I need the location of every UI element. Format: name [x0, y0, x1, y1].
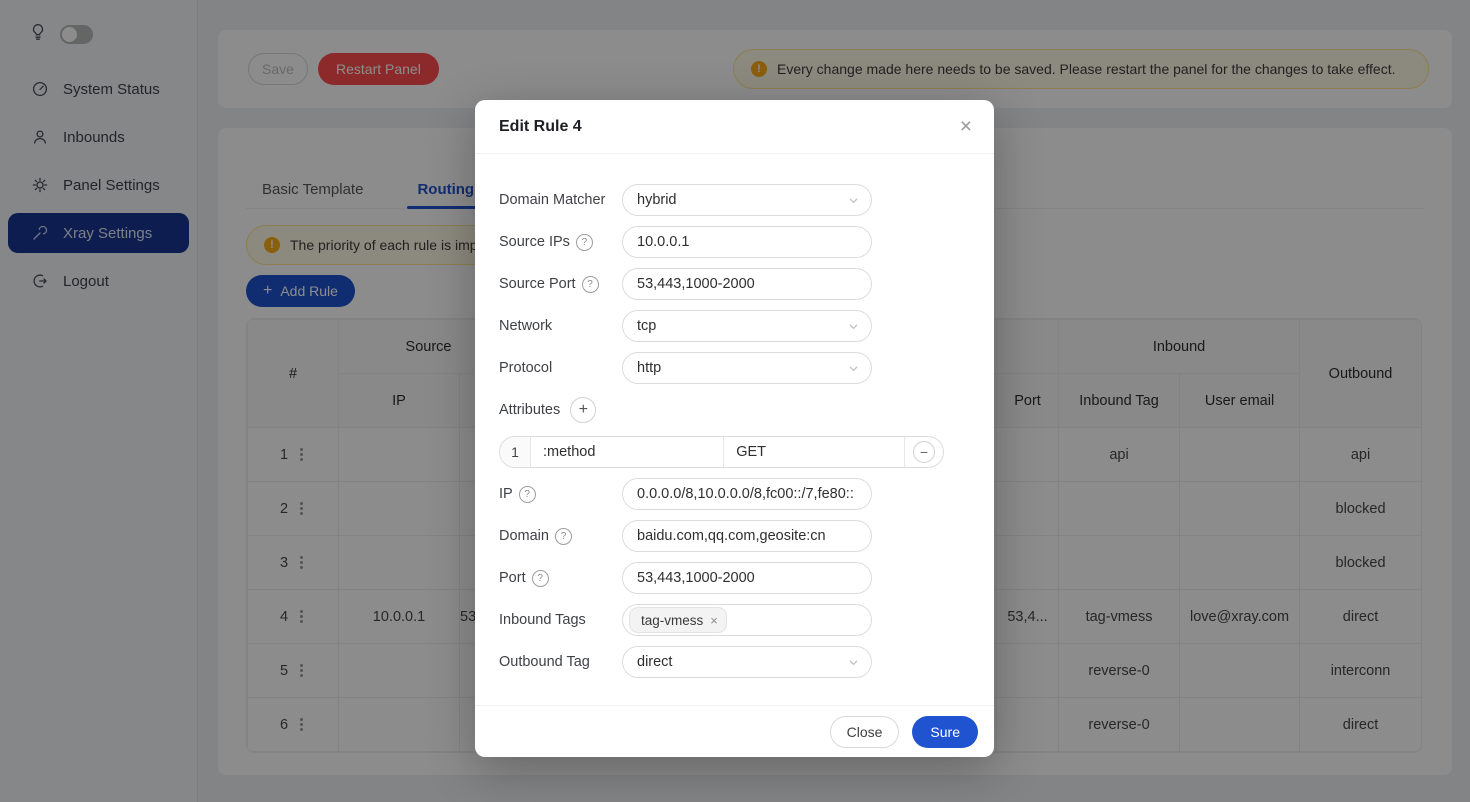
- question-circle-icon: ?: [555, 528, 572, 545]
- outbound-tag-value: direct: [637, 654, 672, 670]
- inbound-tags-label: Inbound Tags: [499, 612, 622, 628]
- question-circle-icon: ?: [582, 276, 599, 293]
- field-protocol: Protocol http: [499, 352, 970, 384]
- modal-body: Domain Matcher hybrid Source IPs? Source…: [475, 154, 994, 678]
- field-inbound-tags: Inbound Tags tag-vmess ×: [499, 604, 970, 636]
- field-domain: Domain?: [499, 520, 970, 552]
- edit-rule-modal: Edit Rule 4 × Domain Matcher hybrid Sour…: [475, 100, 994, 757]
- source-ips-label: Source IPs: [499, 234, 570, 250]
- close-icon[interactable]: ×: [960, 116, 972, 137]
- attribute-key-input[interactable]: [531, 437, 724, 467]
- field-network: Network tcp: [499, 310, 970, 342]
- tag-chip-label: tag-vmess: [641, 613, 703, 628]
- chevron-down-icon: [848, 363, 859, 374]
- field-ip: IP?: [499, 478, 970, 510]
- tag-chip: tag-vmess ×: [629, 607, 727, 633]
- question-circle-icon: ?: [519, 486, 536, 503]
- outbound-tag-select[interactable]: direct: [622, 646, 872, 678]
- source-ips-input[interactable]: [622, 226, 872, 258]
- domain-matcher-value: hybrid: [637, 192, 677, 208]
- domain-input[interactable]: [622, 520, 872, 552]
- domain-matcher-select[interactable]: hybrid: [622, 184, 872, 216]
- chevron-down-icon: [848, 321, 859, 332]
- remove-tag-icon[interactable]: ×: [710, 614, 718, 627]
- attribute-value-input[interactable]: [724, 437, 905, 467]
- attribute-row: 1 −: [499, 436, 970, 468]
- chevron-down-icon: [848, 195, 859, 206]
- network-value: tcp: [637, 318, 656, 334]
- domain-label: Domain: [499, 528, 549, 544]
- modal-sure-button[interactable]: Sure: [912, 716, 978, 748]
- add-attribute-button[interactable]: +: [570, 397, 596, 423]
- modal-title: Edit Rule 4: [499, 118, 582, 136]
- ip-input[interactable]: [622, 478, 872, 510]
- protocol-value: http: [637, 360, 661, 376]
- port-label: Port: [499, 570, 526, 586]
- field-attributes: Attributes +: [499, 394, 970, 426]
- chevron-down-icon: [848, 657, 859, 668]
- question-circle-icon: ?: [532, 570, 549, 587]
- field-source-ips: Source IPs?: [499, 226, 970, 258]
- attributes-label: Attributes: [499, 402, 560, 418]
- app-screen: System Status Inbounds Panel Settings: [0, 0, 1470, 802]
- source-port-input[interactable]: [622, 268, 872, 300]
- remove-attribute-button[interactable]: −: [913, 441, 935, 463]
- modal-footer: Close Sure: [475, 705, 994, 757]
- protocol-label: Protocol: [499, 360, 622, 376]
- protocol-select[interactable]: http: [622, 352, 872, 384]
- modal-header: Edit Rule 4 ×: [475, 100, 994, 154]
- modal-close-button[interactable]: Close: [830, 716, 900, 748]
- attribute-index: 1: [500, 437, 531, 467]
- ip-label: IP: [499, 486, 513, 502]
- network-label: Network: [499, 318, 622, 334]
- question-circle-icon: ?: [576, 234, 593, 251]
- field-outbound-tag: Outbound Tag direct: [499, 646, 970, 678]
- source-port-label: Source Port: [499, 276, 576, 292]
- domain-matcher-label: Domain Matcher: [499, 192, 622, 208]
- inbound-tags-input[interactable]: tag-vmess ×: [622, 604, 872, 636]
- outbound-tag-label: Outbound Tag: [499, 654, 622, 670]
- field-port: Port?: [499, 562, 970, 594]
- field-source-port: Source Port?: [499, 268, 970, 300]
- field-domain-matcher: Domain Matcher hybrid: [499, 184, 970, 216]
- network-select[interactable]: tcp: [622, 310, 872, 342]
- port-input[interactable]: [622, 562, 872, 594]
